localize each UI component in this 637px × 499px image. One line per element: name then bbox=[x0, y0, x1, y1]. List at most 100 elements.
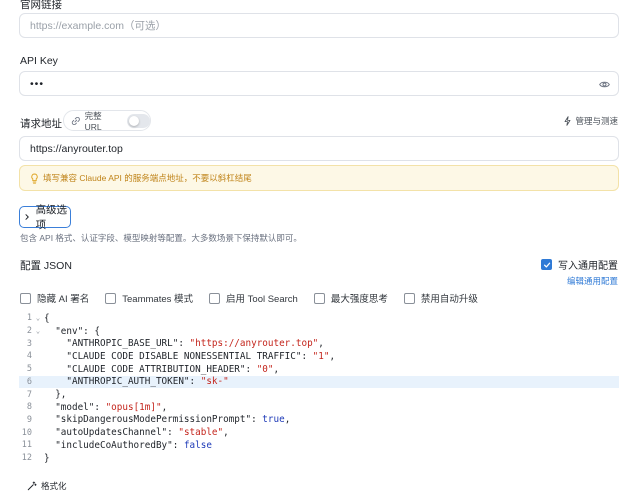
format-button[interactable]: 格式化 bbox=[27, 480, 67, 492]
magic-wand-icon bbox=[27, 481, 37, 491]
code-line: 9 "skipDangerousModePermissionPrompt": t… bbox=[19, 414, 619, 427]
write-common-config-label: 写入通用配置 bbox=[558, 261, 618, 272]
code-key: "CLAUDE CODE ATTRIBUTION_HEADER": bbox=[44, 363, 257, 375]
code-key: "ANTHROPIC_AUTH_TOKEN": bbox=[44, 376, 201, 388]
eye-icon[interactable] bbox=[599, 79, 610, 90]
lightbulb-icon bbox=[31, 173, 38, 184]
option-hide-ai-signature[interactable]: 隐藏 AI 署名 bbox=[20, 291, 89, 305]
option-teammates-mode[interactable]: Teammates 模式 bbox=[105, 291, 193, 305]
checkbox[interactable] bbox=[209, 292, 221, 304]
link-icon bbox=[71, 116, 80, 125]
line-number: 7 bbox=[26, 389, 32, 400]
code-key: "ANTHROPIC_BASE_URL": bbox=[44, 338, 190, 350]
edit-common-config-link[interactable]: 编辑通用配置 bbox=[567, 275, 618, 287]
fold-icon[interactable]: ⌄ bbox=[32, 327, 44, 335]
option-disable-auto-upgrade[interactable]: 禁用自动升级 bbox=[403, 291, 478, 305]
line-number: 2 bbox=[26, 326, 32, 337]
write-common-config-checkbox[interactable]: 写入通用配置 bbox=[541, 257, 618, 272]
config-json-title: 配置 JSON bbox=[20, 260, 72, 272]
code-line: 12 } bbox=[19, 452, 619, 465]
website-label: 官网链接 bbox=[20, 0, 62, 11]
line-number: 1 bbox=[26, 313, 32, 324]
option-label: 禁用自动升级 bbox=[420, 294, 478, 305]
code-punct: , bbox=[284, 414, 291, 426]
code-key: "includeCoAuthoredBy": bbox=[44, 439, 184, 451]
line-number: 6 bbox=[26, 376, 32, 387]
checkbox[interactable] bbox=[105, 292, 117, 304]
code-text: }, bbox=[44, 389, 67, 401]
option-label: 最大强度思考 bbox=[330, 294, 388, 305]
line-number: 8 bbox=[26, 402, 32, 413]
line-number: 3 bbox=[26, 338, 32, 349]
request-url-input[interactable]: https://anyrouter.top bbox=[19, 136, 619, 161]
line-number: 12 bbox=[21, 453, 32, 464]
code-punct: , bbox=[329, 350, 336, 362]
full-url-switch[interactable] bbox=[126, 113, 150, 128]
api-key-input[interactable]: ••• bbox=[19, 71, 619, 96]
code-string: "https://anyrouter.top" bbox=[189, 338, 319, 350]
advanced-description: 包含 API 格式、认证字段、模型映射等配置。大多数场景下保持默认即可。 bbox=[20, 233, 302, 243]
request-url-label: 请求地址 bbox=[20, 118, 62, 130]
code-punct: , bbox=[318, 338, 324, 350]
api-key-label: API Key bbox=[20, 55, 58, 67]
api-key-value: ••• bbox=[30, 77, 45, 90]
tip-banner: 填写兼容 Claude API 的服务端点地址，不要以斜杠结尾 bbox=[19, 165, 619, 191]
code-punct: , bbox=[161, 401, 168, 413]
fold-icon[interactable]: ⌄ bbox=[32, 314, 44, 322]
code-line: 11 "includeCoAuthoredBy": false bbox=[19, 439, 619, 452]
config-options: 隐藏 AI 署名 Teammates 模式 启用 Tool Search 最大强… bbox=[20, 291, 478, 305]
code-string: "sk-" bbox=[200, 376, 229, 388]
website-input[interactable]: https://example.com（可选） bbox=[19, 13, 619, 38]
full-url-toggle[interactable]: 完整 URL bbox=[63, 110, 151, 132]
code-line: 3 "ANTHROPIC_BASE_URL": "https://anyrout… bbox=[19, 337, 619, 350]
full-url-label: 完整 URL bbox=[84, 110, 102, 132]
code-line: 5 "CLAUDE CODE ATTRIBUTION_HEADER": "0", bbox=[19, 363, 619, 376]
option-tool-search[interactable]: 启用 Tool Search bbox=[209, 291, 298, 305]
checkbox[interactable] bbox=[313, 292, 325, 304]
format-label: 格式化 bbox=[41, 481, 67, 491]
code-line: 1 ⌄ { bbox=[19, 312, 619, 325]
request-url-value: https://anyrouter.top bbox=[30, 142, 123, 155]
line-number: 5 bbox=[26, 364, 32, 375]
checkbox-checked-icon[interactable] bbox=[541, 259, 552, 270]
line-number: 10 bbox=[21, 427, 32, 438]
code-line: 8 "model": "opus[1m]", bbox=[19, 401, 619, 414]
checkbox[interactable] bbox=[20, 292, 31, 304]
code-boolean: true bbox=[262, 414, 285, 426]
tip-text: 填写兼容 Claude API 的服务端点地址，不要以斜杠结尾 bbox=[43, 173, 252, 183]
line-number: 11 bbox=[21, 440, 32, 451]
option-label: 隐藏 AI 署名 bbox=[37, 294, 90, 305]
code-line-active: 6 "ANTHROPIC_AUTH_TOKEN": "sk-" bbox=[19, 375, 619, 389]
manage-label: 管理与测速 bbox=[575, 116, 618, 126]
code-string: "1" bbox=[312, 350, 330, 362]
code-line: 4 "CLAUDE CODE DISABLE NONESSENTIAL TRAF… bbox=[19, 350, 619, 363]
code-text: } bbox=[44, 452, 50, 464]
website-placeholder: https://example.com（可选） bbox=[30, 20, 166, 32]
code-key: "autoUpdatesChannel": bbox=[44, 427, 179, 439]
code-string: "stable" bbox=[178, 427, 224, 439]
code-key: "CLAUDE CODE DISABLE NONESSENTIAL TRAFFI… bbox=[44, 350, 313, 362]
manage-speedtest-button[interactable]: 管理与测速 bbox=[563, 115, 618, 127]
code-line: 2 ⌄ "env": { bbox=[19, 325, 619, 338]
json-editor[interactable]: 1 ⌄ { 2 ⌄ "env": { 3 "ANTHROPIC_BASE_URL… bbox=[19, 310, 619, 466]
code-key: "skipDangerousModePermissionPrompt": bbox=[44, 414, 263, 426]
code-string: "0" bbox=[256, 363, 274, 375]
code-boolean: false bbox=[183, 439, 212, 451]
advanced-options-label: 高级选项 bbox=[35, 204, 68, 231]
code-line: 7 }, bbox=[19, 388, 619, 401]
checkbox[interactable] bbox=[403, 292, 415, 304]
code-punct: , bbox=[223, 427, 229, 439]
option-max-thinking[interactable]: 最大强度思考 bbox=[313, 291, 388, 305]
option-label: Teammates 模式 bbox=[122, 294, 194, 305]
code-key: "model": bbox=[44, 401, 106, 413]
code-punct: , bbox=[273, 363, 280, 375]
code-line: 10 "autoUpdatesChannel": "stable", bbox=[19, 426, 619, 439]
advanced-options-button[interactable]: 高级选项 bbox=[19, 204, 71, 231]
code-text: { bbox=[44, 312, 50, 324]
line-number: 4 bbox=[26, 351, 32, 362]
code-text: "env": { bbox=[44, 325, 100, 337]
lightning-icon bbox=[565, 116, 571, 126]
chevron-right-icon bbox=[25, 214, 29, 220]
code-string: "opus[1m]" bbox=[105, 401, 162, 413]
option-label: 启用 Tool Search bbox=[226, 294, 298, 305]
